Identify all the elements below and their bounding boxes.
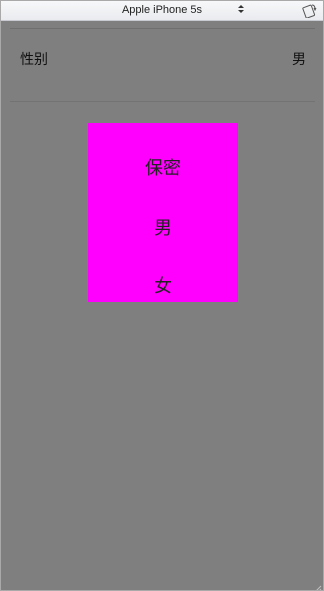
gender-picker[interactable]: 保密 男 女 <box>88 123 238 302</box>
simulator-frame: Apple iPhone 5s 性别 男 保密 男 女 <box>0 0 324 591</box>
device-select[interactable]: Apple iPhone 5s <box>1 4 323 16</box>
gender-value[interactable]: 男 <box>292 49 306 69</box>
resize-grip-icon[interactable] <box>312 579 322 590</box>
picker-option-female[interactable]: 女 <box>88 272 238 298</box>
gender-row[interactable]: 性别 男 <box>1 29 323 99</box>
picker-option-male[interactable]: 男 <box>88 214 238 240</box>
rotate-device-icon[interactable] <box>301 3 317 19</box>
gender-label: 性别 <box>20 52 48 68</box>
divider <box>10 101 315 102</box>
device-toolbar: Apple iPhone 5s <box>1 1 323 21</box>
device-select-arrows-icon[interactable] <box>237 4 245 15</box>
picker-option-secret[interactable]: 保密 <box>88 154 238 180</box>
app-screen: 性别 男 保密 男 女 <box>1 21 323 590</box>
